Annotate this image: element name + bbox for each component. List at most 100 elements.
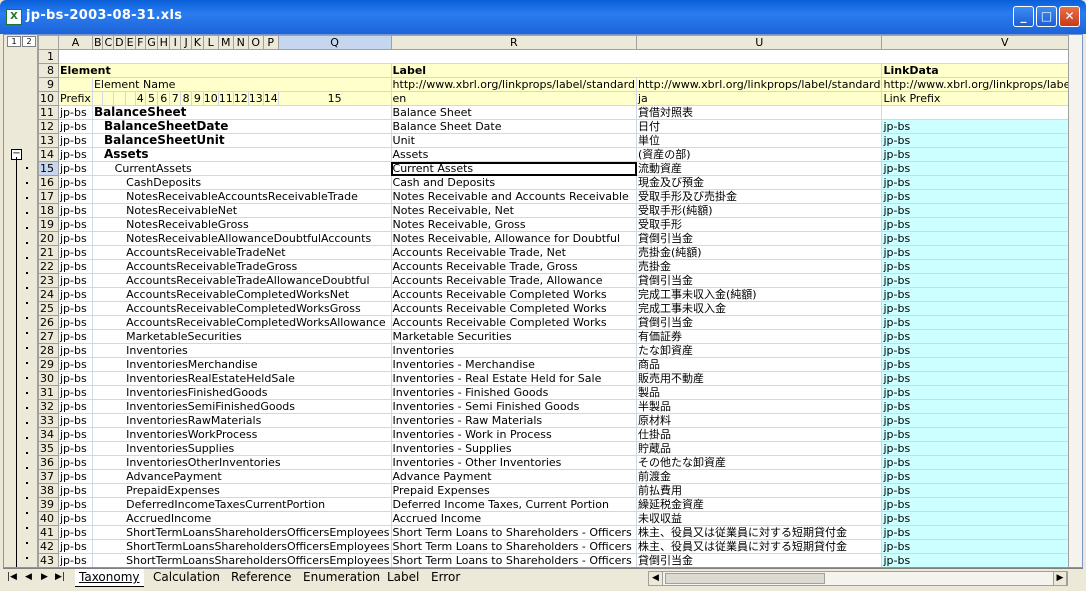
table-row[interactable]: 37 jp-bs AdvancePayment Advance Payment 前渡金 j… xyxy=(38,469,1082,484)
label-ja-cell[interactable]: その他たな卸資産 xyxy=(636,455,883,470)
label-en-cell[interactable]: Balance Sheet xyxy=(391,105,638,120)
table-row[interactable]: 17 jp-bs NotesReceivableAccountsReceivable… xyxy=(38,189,1082,204)
row-header[interactable]: 43 xyxy=(38,553,59,567)
indent-cell[interactable] xyxy=(113,245,126,260)
link-prefix-cell[interactable]: jp-bs xyxy=(881,329,1082,344)
row-header[interactable]: 23 xyxy=(38,273,59,288)
row-header[interactable]: 29 xyxy=(38,357,59,372)
link-prefix-cell[interactable]: jp-bs xyxy=(881,147,1082,162)
row-header[interactable]: 17 xyxy=(38,189,59,204)
label-ja-cell[interactable]: 原材料 xyxy=(636,413,883,428)
prefix-cell[interactable]: jp-bs xyxy=(58,245,93,260)
label-en-cell[interactable]: Accounts Receivable Completed Works xyxy=(391,301,638,316)
row-header[interactable]: 41 xyxy=(38,525,59,540)
column-header[interactable]: U xyxy=(635,35,883,50)
column-header[interactable]: A xyxy=(58,35,93,50)
indent-cell[interactable] xyxy=(102,161,114,176)
label-ja-cell[interactable]: 繰延税金資産 xyxy=(636,497,883,512)
link-prefix-cell[interactable]: jp-bs xyxy=(881,189,1082,204)
table-row[interactable]: 29 jp-bs InventoriesMerchandise Inventories… xyxy=(38,357,1082,372)
label-en-cell[interactable]: Inventories - Work in Process xyxy=(391,427,638,442)
indent-cell[interactable] xyxy=(113,301,126,316)
link-prefix-cell[interactable]: jp-bs xyxy=(881,315,1082,330)
indent-cell[interactable] xyxy=(92,539,103,554)
link-prefix-cell[interactable]: jp-bs xyxy=(881,133,1082,148)
row-header[interactable]: 8 xyxy=(38,63,59,78)
indent-cell[interactable] xyxy=(92,413,103,428)
link-prefix-cell[interactable]: jp-bs xyxy=(881,553,1082,567)
indent-cell[interactable] xyxy=(113,231,126,246)
link-prefix-cell[interactable]: jp-bs xyxy=(881,497,1082,512)
table-row[interactable]: 38 jp-bs PrepaidExpenses Prepaid Expenses 前払… xyxy=(38,483,1082,498)
column-header[interactable]: I xyxy=(169,35,182,50)
prefix-cell[interactable]: jp-bs xyxy=(58,315,93,330)
label-ja-cell[interactable]: 貯蔵品 xyxy=(636,441,883,456)
indent-cell[interactable] xyxy=(102,455,114,470)
label-en-cell[interactable]: Inventories - Real Estate Held for Sale xyxy=(391,371,638,386)
table-row[interactable]: 32 jp-bs InventoriesSemiFinishedGoods Inven… xyxy=(38,399,1082,414)
indent-cell[interactable] xyxy=(92,357,103,372)
indent-cell[interactable] xyxy=(102,259,114,274)
link-prefix-cell[interactable]: jp-bs xyxy=(881,301,1082,316)
row-header[interactable]: 37 xyxy=(38,469,59,484)
indent-cell[interactable] xyxy=(102,385,114,400)
label-ja-cell[interactable]: 貸倒引当金 xyxy=(636,231,883,246)
indent-cell[interactable] xyxy=(102,287,114,302)
row-header[interactable]: 27 xyxy=(38,329,59,344)
level-header[interactable]: 7 xyxy=(169,91,182,106)
label-en-cell[interactable]: Inventories - Other Inventories xyxy=(391,455,638,470)
label-ja-cell[interactable]: 未収収益 xyxy=(636,511,883,526)
prefix-cell[interactable]: jp-bs xyxy=(58,497,93,512)
link-prefix-cell[interactable]: jp-bs xyxy=(881,441,1082,456)
indent-cell[interactable] xyxy=(113,511,126,526)
prefix-header[interactable]: Prefix xyxy=(58,91,93,106)
row-header[interactable]: 11 xyxy=(38,105,59,120)
indent-cell[interactable] xyxy=(102,497,114,512)
label-ja-cell[interactable]: 貸倒引当金 xyxy=(636,315,883,330)
tab-label[interactable]: Label xyxy=(383,569,423,587)
prefix-cell[interactable]: jp-bs xyxy=(58,301,93,316)
indent-cell[interactable] xyxy=(92,245,103,260)
element-name-cell[interactable]: DeferredIncomeTaxesCurrentPortion xyxy=(125,497,392,512)
indent-cell[interactable] xyxy=(113,287,126,302)
column-header[interactable]: N xyxy=(232,35,249,50)
prefix-cell[interactable]: jp-bs xyxy=(58,189,93,204)
row-header[interactable]: 34 xyxy=(38,427,59,442)
indent-cell[interactable] xyxy=(113,497,126,512)
indent-cell[interactable] xyxy=(92,497,103,512)
scroll-left-icon[interactable]: ◀ xyxy=(649,572,663,585)
indent-cell[interactable] xyxy=(113,259,126,274)
element-name-cell[interactable]: NotesReceivableAllowanceDoubtfulAccounts xyxy=(125,231,392,246)
label-en-cell[interactable]: Notes Receivable, Allowance for Doubtful xyxy=(391,231,638,246)
label-en-cell[interactable]: Unit xyxy=(391,133,638,148)
indent-cell[interactable] xyxy=(92,161,103,176)
label-ja-cell[interactable]: 受取手形 xyxy=(636,217,883,232)
label-ja-cell[interactable]: 仕掛品 xyxy=(636,427,883,442)
indent-cell[interactable] xyxy=(92,203,103,218)
column-header[interactable]: H xyxy=(157,35,171,50)
column-header[interactable]: R xyxy=(390,35,638,50)
row-header[interactable]: 25 xyxy=(38,301,59,316)
label-en-cell[interactable]: Accrued Income xyxy=(391,511,638,526)
row-header[interactable]: 24 xyxy=(38,287,59,302)
element-name-cell[interactable]: AccountsReceivableTradeAllowanceDoubtful xyxy=(125,273,392,288)
indent-cell[interactable] xyxy=(102,343,114,358)
indent-cell[interactable] xyxy=(113,343,126,358)
indent-cell[interactable] xyxy=(113,175,126,190)
table-row[interactable]: 16 jp-bs CashDeposits Cash and Deposits 現金及び… xyxy=(38,175,1082,190)
tab-calculation[interactable]: Calculation xyxy=(149,569,224,587)
maximize-button[interactable]: □ xyxy=(1036,6,1057,27)
element-name-cell[interactable]: ShortTermLoansShareholdersOfficersEmploy… xyxy=(125,553,392,567)
prefix-cell[interactable]: jp-bs xyxy=(58,385,93,400)
indent-cell[interactable] xyxy=(113,469,126,484)
label-ja-cell[interactable]: 単位 xyxy=(636,133,883,148)
link-prefix-cell[interactable]: jp-bs xyxy=(881,161,1082,176)
cell[interactable] xyxy=(92,91,104,106)
label-ja-cell[interactable]: 前渡金 xyxy=(636,469,883,484)
indent-cell[interactable] xyxy=(92,329,103,344)
label-en-cell[interactable]: Short Term Loans to Shareholders - Offic… xyxy=(391,539,638,554)
first-sheet-button[interactable]: |◀ xyxy=(7,572,17,582)
cell[interactable] xyxy=(125,91,136,106)
table-row[interactable]: 34 jp-bs InventoriesWorkProcess Inventories… xyxy=(38,427,1082,442)
indent-cell[interactable] xyxy=(92,553,103,567)
